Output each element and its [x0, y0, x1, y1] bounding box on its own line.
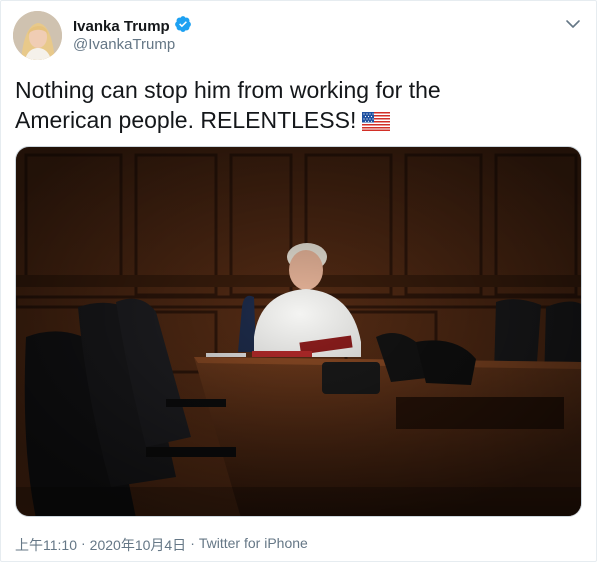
verified-badge-icon [174, 15, 192, 38]
tweet-text: Nothing can stop him from working for th… [15, 75, 575, 138]
tweet-text-line-2: American people. RELENTLESS! [15, 107, 357, 133]
tweet-meta: 上午11:10 · 2020年10月4日 · Twitter for iPhon… [15, 535, 308, 555]
tweet-photo[interactable] [15, 146, 582, 517]
tweet-time[interactable]: 上午11:10 [15, 535, 77, 555]
meta-separator: · [190, 535, 195, 551]
chevron-down-icon[interactable] [564, 15, 582, 33]
tweet-date[interactable]: 2020年10月4日 [90, 535, 187, 555]
us-flag-icon [362, 108, 391, 138]
meta-separator: · [81, 535, 86, 551]
tweet-source-link[interactable]: Twitter for iPhone [199, 535, 308, 555]
tweet-card: Ivanka Trump @IvankaTrump Nothing can st… [0, 0, 597, 562]
tweet-text-line-1: Nothing can stop him from working for th… [15, 77, 441, 103]
avatar[interactable] [13, 11, 62, 60]
author-name-row[interactable]: Ivanka Trump [73, 15, 192, 38]
author-handle[interactable]: @IvankaTrump [73, 36, 175, 53]
display-name[interactable]: Ivanka Trump [73, 18, 170, 35]
